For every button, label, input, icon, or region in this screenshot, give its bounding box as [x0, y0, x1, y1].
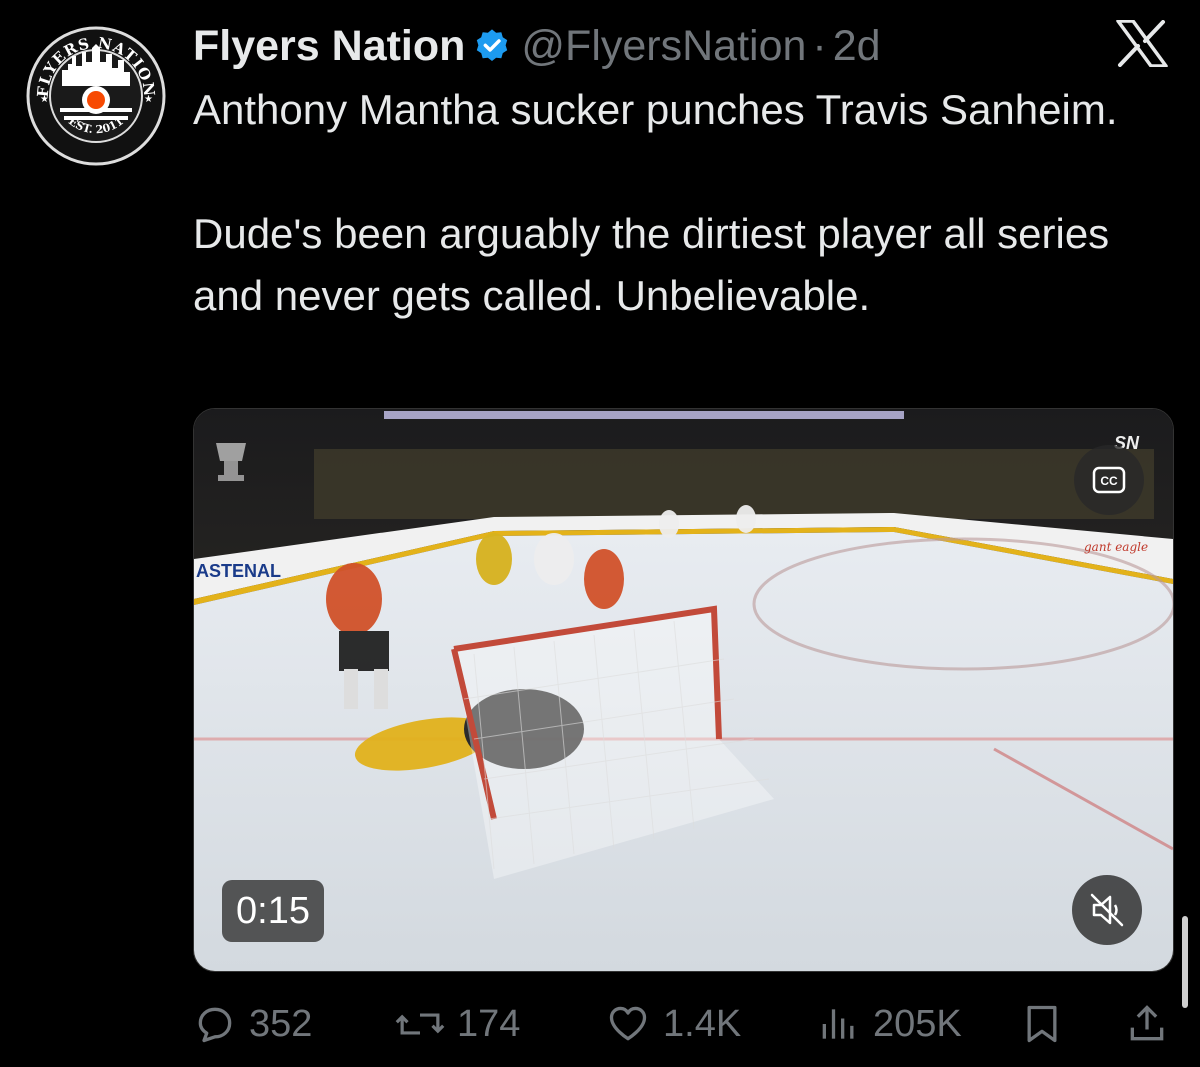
video-player[interactable]: ASTENAL gant eagle SN CC 0:15	[193, 408, 1174, 972]
heart-icon	[609, 1006, 647, 1041]
action-bar: 352 174 1.4K 205K	[193, 992, 1173, 1056]
timestamp[interactable]: 2d	[833, 18, 881, 74]
scrollbar[interactable]	[1182, 916, 1188, 1008]
reply-icon	[198, 1007, 232, 1043]
repost-button[interactable]: 174	[395, 992, 520, 1056]
display-name[interactable]: Flyers Nation	[193, 18, 465, 74]
video-frame: ASTENAL gant eagle SN	[194, 409, 1173, 971]
repost-icon	[395, 1013, 445, 1035]
svg-text:★: ★	[40, 94, 49, 105]
views-icon	[822, 1009, 854, 1039]
like-button[interactable]: 1.4K	[605, 992, 741, 1056]
mute-icon	[1090, 893, 1124, 927]
x-logo-icon[interactable]	[1116, 20, 1168, 67]
bookmark-icon	[1027, 1005, 1057, 1043]
mute-button[interactable]	[1072, 875, 1142, 945]
avatar[interactable]: FLYERS NATION EST. 2011 ★ ★	[26, 26, 166, 166]
user-handle[interactable]: @FlyersNation	[521, 18, 806, 74]
reply-count: 352	[249, 1002, 313, 1045]
board-sign-right: gant eagle	[1084, 540, 1148, 554]
like-count: 1.4K	[663, 1002, 742, 1045]
verified-badge-icon	[477, 29, 508, 62]
views-button[interactable]: 205K	[817, 992, 962, 1056]
captions-button[interactable]: CC	[1074, 445, 1144, 515]
repost-count: 174	[457, 1002, 521, 1045]
board-sign-left: ASTENAL	[196, 561, 281, 581]
separator-dot: ·	[812, 22, 827, 70]
captions-icon: CC	[1092, 466, 1126, 494]
captions-label: CC	[1100, 474, 1118, 488]
svg-text:★: ★	[144, 94, 153, 105]
bookmark-button[interactable]	[1020, 992, 1076, 1056]
tweet-header: Flyers Nation @FlyersNation · 2d	[193, 18, 881, 74]
reply-button[interactable]: 352	[193, 992, 312, 1056]
share-button[interactable]	[1125, 992, 1181, 1056]
flyers-nation-logo: FLYERS NATION EST. 2011 ★ ★	[26, 26, 166, 166]
share-icon	[1130, 1005, 1164, 1041]
tweet-text: Anthony Mantha sucker punches Travis San…	[193, 86, 1118, 319]
view-count: 205K	[873, 1002, 962, 1045]
video-duration: 0:15	[222, 880, 324, 942]
